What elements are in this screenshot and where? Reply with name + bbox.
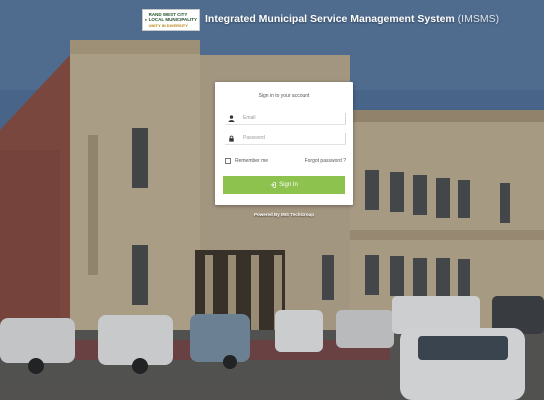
remember-me-checkbox[interactable] <box>225 157 231 164</box>
app-title: Integrated Municipal Service Management … <box>205 13 499 25</box>
logo-line-3: UNITY IN DIVERSITY <box>148 22 188 28</box>
lock-icon <box>225 132 237 144</box>
app-title-text: Integrated Municipal Service Management … <box>205 13 455 25</box>
top-header: RAND WEST CITY LOCAL MUNICIPALITY UNITY … <box>0 0 544 40</box>
remember-me-label: Remember me <box>235 157 269 164</box>
input-divider <box>345 133 346 144</box>
sign-in-icon <box>270 182 276 188</box>
sign-in-label: Sign In <box>279 182 298 188</box>
input-divider <box>345 113 346 124</box>
login-card: Sign in to your account Remember me Forg… <box>215 82 353 205</box>
login-subtitle: Sign in to your account <box>258 93 310 99</box>
email-field <box>225 112 346 125</box>
password-field <box>225 132 346 145</box>
powered-by-text: Powered By IMS TechGroup <box>254 212 314 217</box>
password-input[interactable] <box>237 132 341 144</box>
login-options-row: Remember me Forgot password ? <box>225 156 346 165</box>
crest-icon <box>145 18 147 22</box>
forgot-password-link[interactable]: Forgot password ? <box>305 158 346 164</box>
user-icon <box>225 112 237 124</box>
municipality-logo: RAND WEST CITY LOCAL MUNICIPALITY UNITY … <box>142 9 200 31</box>
sign-in-button[interactable]: Sign In <box>223 176 345 194</box>
app-title-abbreviation: (IMSMS) <box>457 13 500 25</box>
remember-me[interactable]: Remember me <box>225 157 269 164</box>
email-input[interactable] <box>237 112 341 124</box>
